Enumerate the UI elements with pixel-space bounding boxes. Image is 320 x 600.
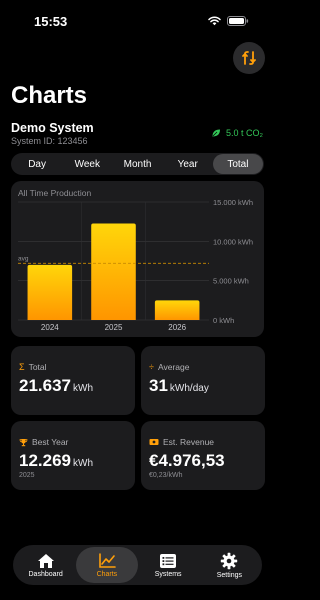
tab-charts-label: Charts — [96, 570, 118, 578]
y-tick-label: 10.000 kWh — [213, 237, 253, 246]
revenue-label: Est. Revenue — [163, 437, 215, 447]
period-week[interactable]: Week — [62, 154, 112, 174]
average-card: ÷ Average 31 kWh/day — [141, 346, 265, 415]
system-id: System ID: 123456 — [11, 136, 88, 146]
total-value: 21.637 — [19, 376, 71, 395]
list-icon — [160, 553, 177, 568]
period-total[interactable]: Total — [212, 154, 264, 174]
banknote-icon — [149, 439, 159, 445]
average-label-row: ÷ Average — [149, 362, 189, 372]
page-title: Charts — [11, 82, 88, 109]
best-year-value-row: 12.269 kWh — [19, 451, 93, 471]
battery-icon — [227, 16, 249, 26]
total-unit: kWh — [73, 383, 93, 394]
tab-settings-label: Settings — [216, 571, 243, 579]
bar-2026[interactable] — [154, 300, 200, 320]
x-tick-label: 2024 — [41, 323, 59, 332]
revenue-value: €4.976,53 — [149, 451, 225, 470]
status-bar: 15:53 — [0, 0, 275, 44]
wifi-icon — [208, 16, 221, 26]
tab-charts[interactable]: Charts — [76, 547, 138, 583]
production-chart[interactable]: 15.000 kWh 10.000 kWh 5.000 kWh 0 kWh 2024 20… — [11, 181, 264, 337]
leaf-icon — [212, 129, 220, 137]
revenue-card: Est. Revenue €4.976,53 €0,23/kWh — [141, 421, 265, 490]
best-year-label-row: Best Year — [19, 437, 68, 447]
average-label: avg — [18, 255, 29, 262]
house-icon — [37, 553, 54, 568]
sigma-icon: Σ — [19, 362, 25, 372]
tab-settings[interactable]: Settings — [199, 547, 260, 583]
period-total-label: Total — [227, 158, 249, 170]
tab-dashboard[interactable]: Dashboard — [15, 547, 76, 583]
best-year-unit: kWh — [73, 458, 93, 469]
tab-systems[interactable]: Systems — [138, 547, 199, 583]
period-year[interactable]: Year — [163, 154, 213, 174]
status-icons — [208, 16, 249, 26]
total-value-row: 21.637 kWh — [19, 376, 93, 396]
tab-dashboard-label: Dashboard — [28, 570, 63, 578]
chart-line-icon — [99, 552, 116, 568]
co2-badge: 5.0 t CO₂ — [211, 128, 263, 138]
divide-icon: ÷ — [149, 362, 154, 372]
bar-2024[interactable] — [27, 264, 73, 320]
revenue-sub: €0,23/kWh — [149, 472, 183, 479]
best-year-label: Best Year — [32, 437, 69, 447]
average-value-row: 31 kWh/day — [149, 376, 209, 396]
system-name: Demo System — [11, 121, 94, 135]
tab-systems-label: Systems — [154, 570, 182, 578]
gear-icon — [221, 552, 238, 569]
x-tick-label: 2026 — [168, 323, 186, 332]
y-tick-label: 15.000 kWh — [213, 198, 253, 207]
total-label-row: Σ Total — [19, 362, 47, 372]
best-year-card: Best Year 12.269 kWh 2025 — [11, 421, 135, 490]
best-year-sub: 2025 — [19, 472, 35, 479]
average-label: Average — [157, 362, 190, 372]
arrows-swap-icon — [242, 51, 256, 65]
trophy-icon — [19, 438, 28, 446]
period-day-label: Day — [28, 158, 46, 170]
period-week-label: Week — [74, 158, 100, 170]
switch-system-button[interactable] — [233, 42, 265, 74]
y-tick-label: 5.000 kWh — [213, 277, 249, 286]
average-unit: kWh/day — [169, 383, 209, 394]
period-selector: Day Week Month Year Total — [11, 153, 264, 175]
total-label: Total — [28, 362, 47, 372]
average-value: 31 — [149, 376, 168, 395]
period-year-label: Year — [177, 158, 198, 170]
period-day[interactable]: Day — [12, 154, 62, 174]
co2-value: 5.0 t CO₂ — [225, 128, 263, 138]
production-chart-card: All Time Production 15.000 kWh 10.000 kWh… — [11, 181, 264, 337]
total-card: Σ Total 21.637 kWh — [11, 346, 135, 415]
period-month-label: Month — [123, 158, 152, 170]
revenue-label-row: Est. Revenue — [149, 437, 214, 447]
bar-2025[interactable] — [91, 223, 136, 320]
y-tick-label: 0 kWh — [213, 316, 234, 325]
tab-bar: Dashboard Charts Systems Settings — [13, 545, 262, 585]
period-month[interactable]: Month — [112, 154, 162, 174]
status-time: 15:53 — [34, 14, 68, 29]
x-tick-label: 2025 — [105, 323, 123, 332]
best-year-value: 12.269 — [19, 451, 71, 470]
